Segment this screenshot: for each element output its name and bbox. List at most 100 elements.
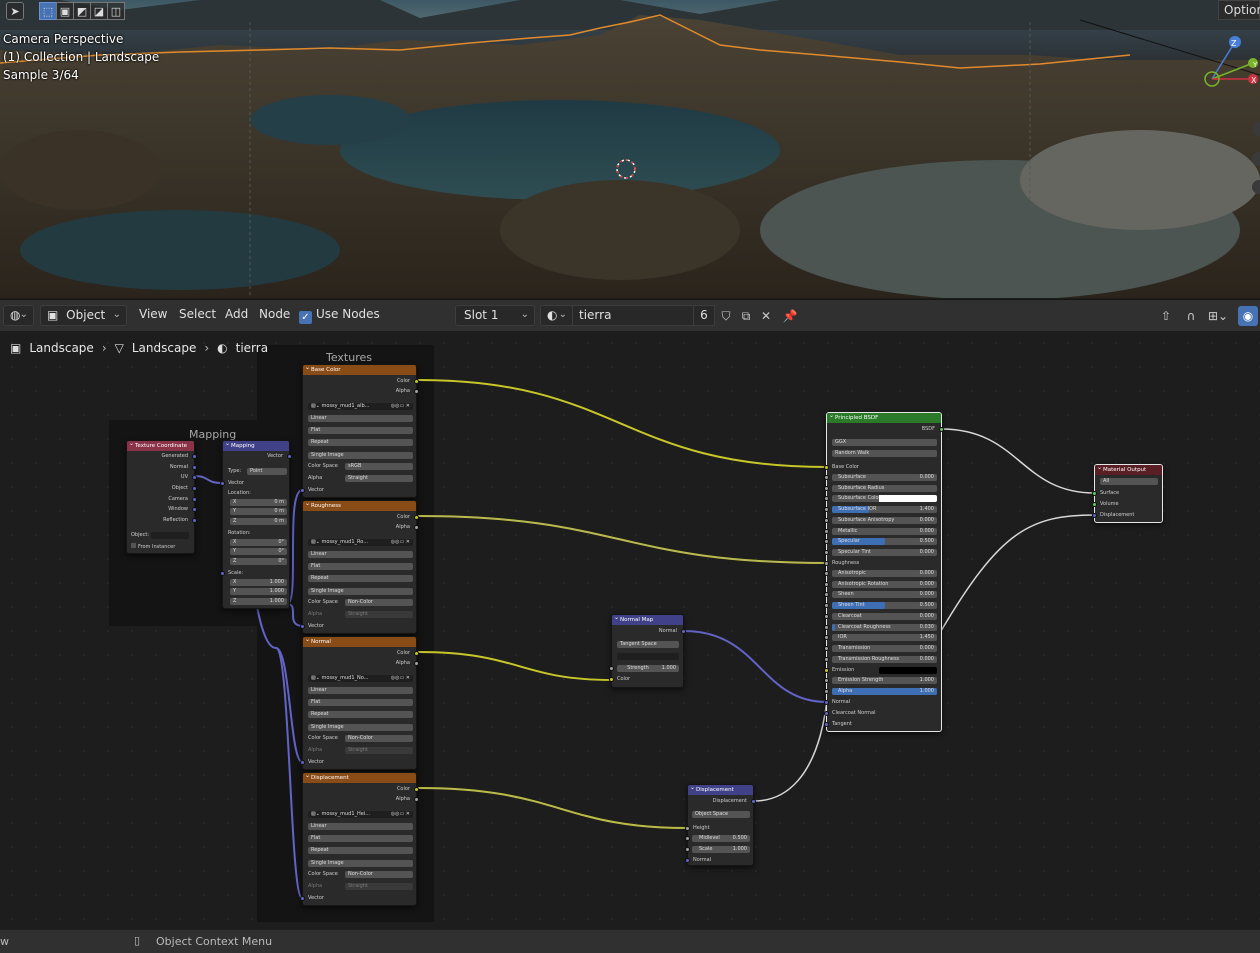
editor-type-selector[interactable]: ◍ ⌄ [3, 305, 34, 326]
extension-dropdown[interactable]: Repeat [308, 575, 413, 582]
socket[interactable] [414, 787, 419, 792]
extension-dropdown[interactable]: Repeat [308, 847, 413, 854]
strength-field[interactable]: Strength 1.000 [617, 665, 679, 672]
fake-user-shield-icon[interactable]: ⛉ [716, 306, 736, 326]
overlays-toggle-icon[interactable]: ◉ [1238, 306, 1258, 326]
alpha-mode-dropdown[interactable]: Straight [345, 747, 413, 754]
options-button[interactable]: Options [1218, 0, 1260, 20]
bsdf-param-field[interactable]: IOR 1.450 [832, 634, 937, 642]
socket[interactable] [414, 651, 419, 656]
rotation-y[interactable]: Y 0° [230, 548, 287, 555]
unlink-close-icon[interactable]: ✕ [756, 306, 776, 326]
bsdf-param-field[interactable]: Alpha 1.000 [832, 687, 937, 695]
socket[interactable] [824, 592, 829, 598]
slot-dropdown[interactable]: Slot 1 ⌄ [455, 305, 535, 326]
bsdf-param-field[interactable]: Clearcoat Roughness 0.030 [832, 623, 937, 631]
socket[interactable] [824, 475, 829, 480]
extension-dropdown[interactable]: Repeat [308, 711, 413, 718]
source-dropdown[interactable]: Single Image [308, 860, 413, 867]
select-intersect-button[interactable]: ◫ [107, 2, 125, 20]
snap-magnet-icon[interactable]: ∩ [1181, 306, 1201, 326]
socket[interactable] [414, 515, 419, 520]
3d-viewport[interactable]: Z Y X ➤ ⬚ ▣ ◩ ◪ ◫ Camera Perspective (1)… [0, 0, 1260, 298]
material-browse-button[interactable]: ◐ ⌄ [540, 305, 573, 326]
socket[interactable] [609, 666, 614, 671]
parent-node-tree-icon[interactable]: ⇧ [1156, 306, 1176, 326]
socket[interactable] [192, 518, 197, 523]
bsdf-param-field[interactable]: Emission Strength 1.000 [832, 677, 937, 684]
socket[interactable] [824, 507, 829, 513]
bsdf-param-field[interactable]: Transmission Roughness 0.000 [832, 655, 937, 663]
select-tool-button[interactable]: ➤ [6, 2, 24, 20]
socket[interactable] [220, 571, 225, 576]
scale-field[interactable]: Scale 1.000 [692, 846, 750, 853]
socket[interactable] [192, 475, 197, 480]
image-selector[interactable]: ▧⌄ mossy_mud1_Ro... ◎◎▭ ✕ [308, 539, 413, 546]
socket[interactable] [824, 645, 829, 651]
color-space-dropdown[interactable]: sRGB [345, 463, 413, 470]
socket[interactable] [824, 700, 829, 705]
normal-map-node[interactable]: Normal Map Normal Tangent Space Strength… [609, 613, 686, 688]
projection-dropdown[interactable]: Flat [308, 563, 413, 570]
socket[interactable] [824, 517, 829, 523]
bsdf-param-field[interactable]: Sheen 0.000 [832, 591, 937, 599]
socket[interactable] [824, 688, 829, 694]
socket[interactable] [609, 677, 614, 682]
interpolation-dropdown[interactable]: Linear [308, 687, 413, 694]
select-new-button[interactable]: ⬚ [39, 2, 57, 20]
interpolation-dropdown[interactable]: Linear [308, 551, 413, 558]
socket[interactable] [824, 539, 829, 545]
socket[interactable] [824, 624, 829, 630]
socket[interactable] [824, 549, 829, 555]
socket[interactable] [751, 799, 756, 804]
pan-hand-icon[interactable] [1252, 152, 1260, 166]
bsdf-param-field[interactable]: Transmission 0.000 [832, 644, 937, 652]
menu-node[interactable]: Node [259, 307, 290, 321]
location-y[interactable]: Y 0 m [230, 508, 287, 515]
socket[interactable] [824, 722, 829, 727]
socket[interactable] [824, 678, 829, 683]
socket[interactable] [824, 656, 829, 662]
bsdf-param-field[interactable]: Subsurface Anisotropy 0.000 [832, 516, 937, 524]
alpha-mode-dropdown[interactable]: Straight [345, 611, 413, 618]
breadcrumb-object[interactable]: Landscape [29, 341, 93, 355]
duplicate-material-icon[interactable]: ⧉ [736, 306, 756, 326]
pin-icon[interactable]: 📌 [780, 306, 800, 326]
location-x[interactable]: X 0 m [230, 499, 287, 506]
socket[interactable] [685, 847, 690, 852]
socket[interactable] [192, 486, 197, 491]
use-nodes-toggle[interactable]: ✓ Use Nodes [299, 307, 380, 324]
rotation-z[interactable]: Z 0° [230, 558, 287, 565]
socket[interactable] [824, 711, 829, 716]
bsdf-param-field[interactable]: Anisotropic Rotation 0.000 [832, 580, 937, 588]
menu-add[interactable]: Add [225, 307, 248, 321]
projection-dropdown[interactable]: Flat [308, 427, 413, 434]
image-texture-node[interactable]: Displacement Color Alpha ▧⌄ mossy_mud1_Hei.… [300, 771, 419, 906]
socket[interactable] [824, 571, 829, 576]
color-space-dropdown[interactable]: Non-Color [345, 871, 413, 878]
select-invert-button[interactable]: ◪ [90, 2, 108, 20]
space-dropdown[interactable]: Object Space [692, 811, 750, 818]
socket[interactable] [300, 624, 305, 629]
bsdf-param-field[interactable]: Specular 0.500 [832, 538, 937, 546]
socket[interactable] [824, 668, 829, 673]
breadcrumb-mesh[interactable]: Landscape [132, 341, 196, 355]
socket[interactable] [414, 379, 419, 384]
socket[interactable] [414, 661, 419, 666]
target-dropdown[interactable]: All [1100, 478, 1158, 485]
socket[interactable] [192, 454, 197, 459]
select-extend-button[interactable]: ▣ [56, 2, 74, 20]
breadcrumb-material[interactable]: tierra [236, 341, 268, 355]
material-name-field[interactable]: tierra [572, 305, 694, 326]
socket[interactable] [414, 797, 419, 802]
midlevel-field[interactable]: Midlevel 0.500 [692, 835, 750, 842]
material-user-count[interactable]: 6 [693, 305, 715, 326]
subsurface-method-dropdown[interactable]: Random Walk [832, 450, 937, 457]
source-dropdown[interactable]: Single Image [308, 588, 413, 595]
bsdf-param-field[interactable]: Metallic 0.000 [832, 527, 937, 535]
bsdf-param-field[interactable]: Subsurface IOR 1.400 [832, 506, 937, 514]
bsdf-param-field[interactable]: Subsurface 0.000 [832, 474, 937, 481]
socket[interactable] [824, 603, 829, 609]
emission-color-swatch[interactable] [879, 667, 937, 674]
socket[interactable] [414, 525, 419, 530]
